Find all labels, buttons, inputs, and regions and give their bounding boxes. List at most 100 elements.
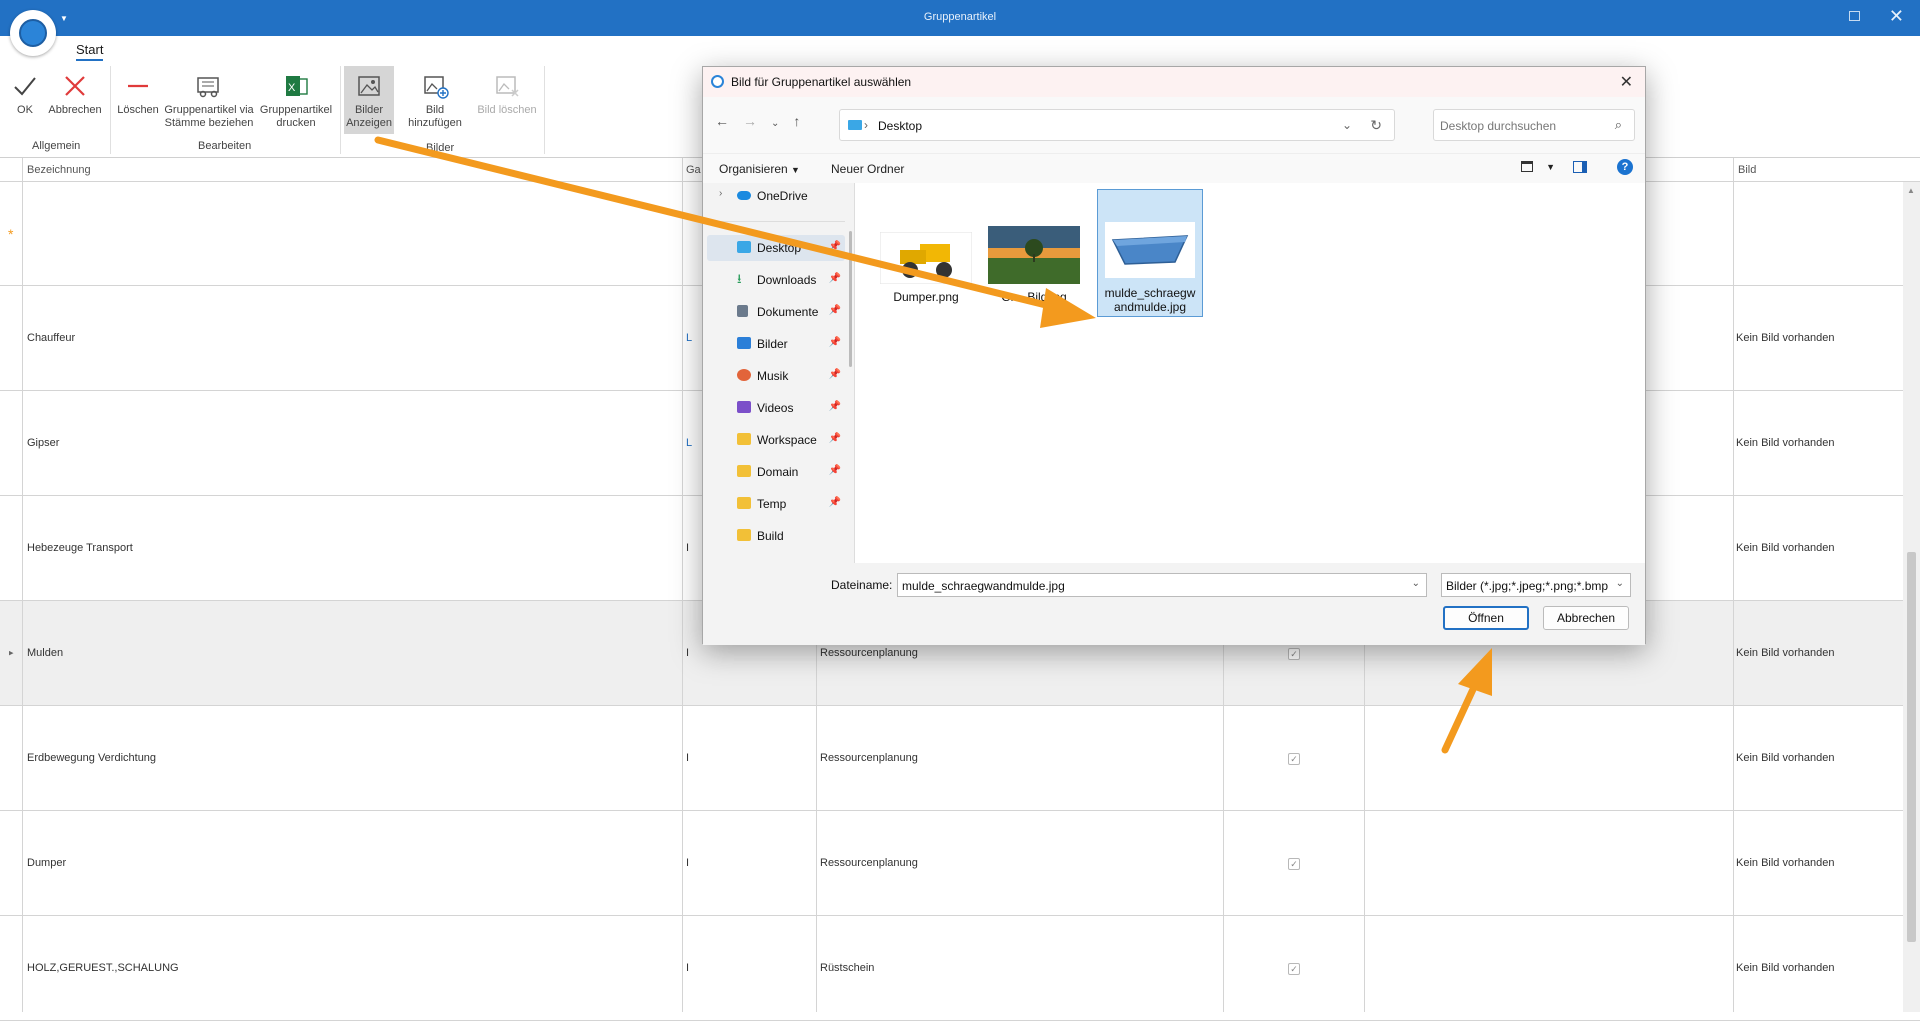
group-label-general: Allgemein <box>32 140 81 152</box>
file-item[interactable]: Dumper.png <box>873 193 979 321</box>
row-checkbox[interactable]: ✓ <box>1288 648 1300 660</box>
file-item-selected[interactable]: mulde_schraegw andmulde.jpg <box>1097 189 1203 317</box>
pin-icon[interactable]: 📌 <box>829 401 841 412</box>
nav-label: Bilder <box>757 337 788 351</box>
nav-item-downloads[interactable]: ⭳ Downloads 📌 <box>707 267 845 293</box>
print-button[interactable]: X Gruppenartikel drucken <box>258 72 334 130</box>
nav-item-workspace[interactable]: Workspace 📌 <box>707 427 845 453</box>
nav-item-temp[interactable]: Temp 📌 <box>707 491 845 517</box>
nav-item-desktop[interactable]: Desktop 📌 <box>707 235 845 261</box>
folder-icon <box>737 433 751 445</box>
x-icon <box>65 76 85 96</box>
pin-icon[interactable]: 📌 <box>829 273 841 284</box>
dialog-close-icon[interactable]: ✕ <box>1620 72 1633 92</box>
pin-icon[interactable]: 📌 <box>829 305 841 316</box>
delete-image-button[interactable]: Bild löschen <box>476 72 538 117</box>
filetype-select[interactable]: Bilder (*.jpg;*.jpeg;*.png;*.bmp ⌄ <box>1441 573 1631 597</box>
nav-scrollbar[interactable] <box>849 231 852 367</box>
via-stamm-button[interactable]: Gruppenartikel via Stämme beziehen <box>164 72 254 130</box>
refresh-icon[interactable]: ↻ <box>1370 117 1382 134</box>
forward-arrow-icon[interactable]: → <box>743 113 771 129</box>
nav-item-documents[interactable]: Dokumente 📌 <box>707 299 845 325</box>
up-arrow-icon[interactable]: ↑ <box>793 113 814 129</box>
table-row[interactable]: Dumper I Ressourcenplanung ✓ Kein Bild v… <box>0 811 1920 916</box>
via-label-2: Stämme beziehen <box>164 117 254 129</box>
row-checkbox[interactable]: ✓ <box>1288 753 1300 765</box>
organize-menu[interactable]: Organisieren ▼ <box>719 162 800 176</box>
dialog-titlebar: Bild für Gruppenartikel auswählen ✕ <box>703 67 1645 97</box>
dialog-cancel-button[interactable]: Abbrechen <box>1543 606 1629 630</box>
header-bild[interactable]: Bild <box>1738 164 1756 176</box>
nav-label: Desktop <box>757 241 802 255</box>
preview-pane-icon[interactable] <box>1573 161 1587 173</box>
open-button[interactable]: Öffnen <box>1443 606 1529 630</box>
view-mode-icon[interactable] <box>1521 161 1533 172</box>
table-row[interactable]: HOLZ,GERUEST.,SCHALUNG I Rüstschein ✓ Ke… <box>0 916 1920 1021</box>
nav-label: Musik <box>757 369 789 383</box>
header-ga[interactable]: Ga <box>686 164 701 176</box>
pin-icon[interactable]: 📌 <box>829 497 841 508</box>
add-image-button[interactable]: Bild hinzufügen <box>398 72 472 130</box>
address-text: Desktop <box>878 119 923 133</box>
delete-button[interactable]: Löschen <box>116 72 160 117</box>
chevron-down-icon[interactable]: ⌄ <box>1613 578 1624 589</box>
document-icon <box>737 305 748 317</box>
cell-module: Ressourcenplanung <box>820 752 918 764</box>
nav-item-domain[interactable]: Domain 📌 <box>707 459 845 485</box>
column-divider <box>1733 158 1734 1012</box>
view-dropdown-icon[interactable]: ▼ <box>1546 162 1555 172</box>
table-row[interactable]: Erdbewegung Verdichtung I Ressourcenplan… <box>0 706 1920 811</box>
file-item[interactable]: Gr... Bild.jpg <box>981 193 1087 321</box>
cell-bezeichnung: Hebezeuge Transport <box>27 542 133 554</box>
delete-label: Löschen <box>117 104 159 116</box>
scrollbar-thumb[interactable] <box>1907 552 1916 942</box>
nav-item-build[interactable]: Build <box>707 523 845 549</box>
search-input[interactable]: Desktop durchsuchen ⌕ <box>1433 109 1635 141</box>
restore-icon[interactable] <box>1849 11 1860 21</box>
nav-label: Domain <box>757 465 799 479</box>
nav-item-videos[interactable]: Videos 📌 <box>707 395 845 421</box>
app-logo[interactable] <box>10 10 56 56</box>
download-icon: ⭳ <box>737 271 742 286</box>
cell-bezeichnung: Erdbewegung Verdichtung <box>27 752 157 764</box>
show-images-button[interactable]: Bilder Anzeigen <box>344 66 394 134</box>
recent-chevron-icon[interactable]: ⌄ <box>771 118 793 129</box>
pin-icon[interactable]: 📌 <box>829 433 841 444</box>
chevron-down-icon[interactable]: ⌄ <box>1412 578 1420 589</box>
tab-start[interactable]: Start <box>76 42 104 61</box>
nav-item-music[interactable]: Musik 📌 <box>707 363 845 389</box>
header-bezeichnung[interactable]: Bezeichnung <box>27 164 91 176</box>
cancel-button[interactable]: Abbrechen <box>48 72 102 117</box>
excel-icon: X <box>286 76 308 96</box>
address-dropdown-icon[interactable]: ⌄ <box>1342 118 1352 132</box>
quick-access-chevron-icon[interactable]: ▼ <box>60 14 68 23</box>
app-titlebar: Gruppenartikel ✕ <box>0 0 1920 36</box>
image-icon <box>358 76 380 96</box>
row-checkbox[interactable]: ✓ <box>1288 963 1300 975</box>
filename-input[interactable]: mulde_schraegwandmulde.jpg ⌄ <box>897 573 1427 597</box>
back-arrow-icon[interactable]: ← <box>715 113 743 129</box>
ribbon-separator <box>340 66 341 154</box>
image-add-icon <box>424 76 449 99</box>
desktop-folder-icon <box>848 120 862 130</box>
nav-item-pictures[interactable]: Bilder 📌 <box>707 331 845 357</box>
cell-bezeichnung: Chauffeur <box>27 332 76 344</box>
scroll-up-icon[interactable]: ▲ <box>1907 186 1915 195</box>
pin-icon[interactable]: 📌 <box>829 241 841 252</box>
vertical-scrollbar[interactable]: ▲ <box>1903 182 1920 1012</box>
nav-item-onedrive[interactable]: › OneDrive <box>707 183 845 209</box>
help-icon[interactable]: ? <box>1617 159 1633 175</box>
pin-icon[interactable]: 📌 <box>829 337 841 348</box>
close-window-icon[interactable]: ✕ <box>1889 6 1904 27</box>
pin-icon[interactable]: 📌 <box>829 369 841 380</box>
row-checkbox[interactable]: ✓ <box>1288 858 1300 870</box>
address-bar[interactable]: › Desktop ⌄ ↻ <box>839 109 1395 141</box>
new-folder-button[interactable]: Neuer Ordner <box>831 162 904 176</box>
cell-code: I <box>686 857 690 869</box>
expand-chevron-icon[interactable]: › <box>719 188 722 199</box>
add-image-label: Bild hinzufügen <box>408 104 462 129</box>
ok-button[interactable]: OK <box>10 72 40 117</box>
pin-icon[interactable]: 📌 <box>829 465 841 476</box>
nav-label: Dokumente <box>757 305 819 319</box>
checkmark-icon <box>14 77 36 96</box>
